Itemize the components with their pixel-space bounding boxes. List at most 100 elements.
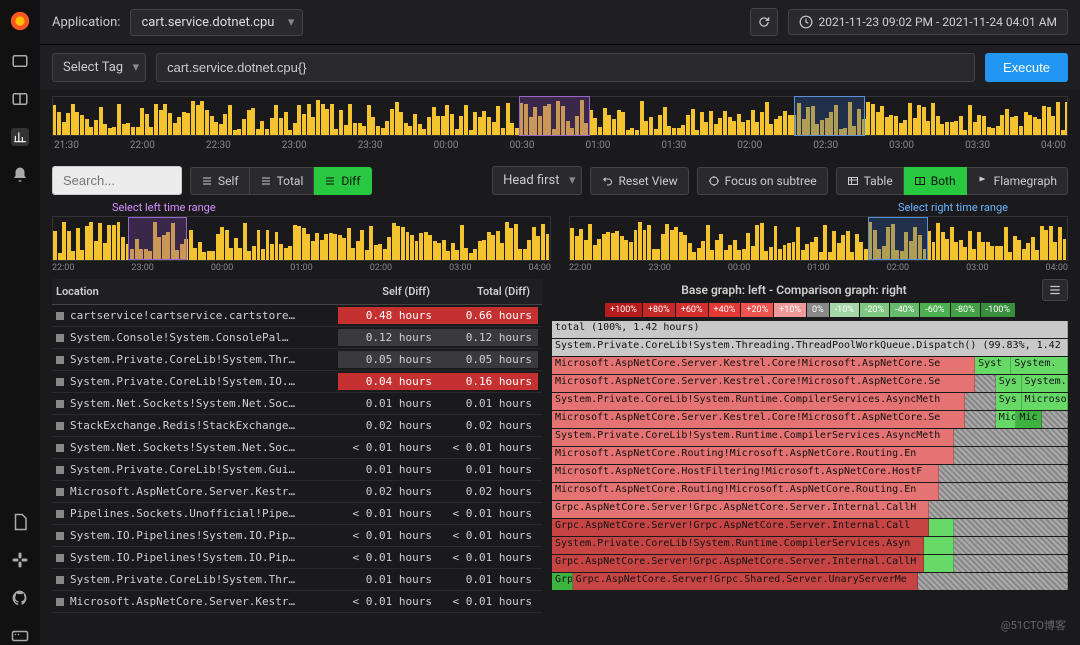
main-timeline[interactable]: 21:3022:0022:3023:0023:3000:0000:3001:00… bbox=[52, 96, 1068, 156]
flame-frame[interactable] bbox=[918, 573, 1068, 590]
flame-frame[interactable] bbox=[1042, 411, 1068, 428]
flame-frame[interactable]: System. bbox=[1011, 357, 1068, 374]
self-button[interactable]: Self bbox=[190, 167, 250, 195]
slack-icon[interactable] bbox=[11, 551, 29, 569]
flame-menu-button[interactable] bbox=[1042, 279, 1068, 301]
flame-frame[interactable]: Microsoft.AspNetCore.Routing!Microsoft.A… bbox=[552, 483, 939, 500]
flame-frame[interactable]: Grp bbox=[552, 573, 573, 590]
flame-frame[interactable]: Grpc.AspNetCore.Server!Grpc.AspNetCore.S… bbox=[552, 519, 929, 536]
undo-icon bbox=[601, 175, 613, 187]
flame-frame[interactable] bbox=[929, 519, 955, 536]
clock-icon bbox=[799, 15, 813, 29]
flame-frame[interactable]: System.Private.CoreLib!System.Runtime.Co… bbox=[552, 429, 954, 446]
flame-frame[interactable] bbox=[954, 537, 1068, 554]
flame-frame[interactable]: Mic bbox=[996, 411, 1017, 428]
table-row[interactable]: StackExchange.Redis!StackExchange…0.02 h… bbox=[52, 415, 542, 437]
list-icon bbox=[324, 175, 336, 187]
diff-table: Location Self (Diff) Total (Diff) cartse… bbox=[52, 279, 542, 637]
github-icon[interactable] bbox=[11, 589, 29, 607]
flamegraph-button[interactable]: Flamegraph bbox=[967, 167, 1068, 195]
total-button[interactable]: Total bbox=[250, 167, 315, 195]
app-label: Application: bbox=[52, 15, 120, 30]
flame-frame[interactable] bbox=[954, 447, 1068, 464]
table-row[interactable]: Microsoft.AspNetCore.Server.Kestr…< 0.01… bbox=[52, 591, 542, 613]
query-input[interactable] bbox=[156, 53, 975, 82]
file-icon[interactable] bbox=[11, 513, 29, 531]
execute-button[interactable]: Execute bbox=[985, 53, 1068, 82]
columns-icon[interactable] bbox=[11, 90, 29, 108]
bell-icon[interactable] bbox=[11, 166, 29, 184]
keyboard-icon[interactable] bbox=[11, 627, 29, 645]
right-mini-timeline[interactable] bbox=[569, 216, 1068, 261]
diff-legend: +100%+80%+60%+40%+20%+10%0%-10%-20%-40%-… bbox=[552, 303, 1068, 317]
table-icon bbox=[847, 175, 859, 187]
flame-frame[interactable]: Microsoft.AspNetCore.Server.Kestrel.Core… bbox=[552, 357, 975, 374]
flame-frame[interactable] bbox=[954, 519, 1068, 536]
flame-frame[interactable] bbox=[965, 411, 996, 428]
col-location[interactable]: Location bbox=[56, 285, 338, 298]
flame-frame[interactable] bbox=[939, 483, 1068, 500]
table-row[interactable]: Microsoft.AspNetCore.Server.Kestr…0.02 h… bbox=[52, 481, 542, 503]
flame-frame[interactable]: Sys bbox=[996, 393, 1022, 410]
table-row[interactable]: Pipelines.Sockets.Unofficial!Pipe…< 0.01… bbox=[52, 503, 542, 525]
right-range-label: Select right time range bbox=[569, 201, 1068, 214]
flame-frame[interactable]: System.Private.CoreLib!System.Runtime.Co… bbox=[552, 537, 924, 554]
flame-frame[interactable]: Grpc.AspNetCore.Server!Grpc.AspNetCore.S… bbox=[552, 555, 924, 572]
col-self[interactable]: Self (Diff) bbox=[338, 285, 438, 298]
panel-icon[interactable] bbox=[11, 52, 29, 70]
table-row[interactable]: System.Console!System.ConsolePal…0.12 ho… bbox=[52, 327, 542, 349]
flamegraph-canvas[interactable]: total (100%, 1.42 hours)System.Private.C… bbox=[552, 321, 1068, 637]
flame-frame[interactable] bbox=[975, 375, 996, 392]
diff-button[interactable]: Diff bbox=[314, 167, 371, 195]
flame-frame[interactable]: System.Private.CoreLib!System.Threading.… bbox=[552, 339, 1068, 356]
both-button[interactable]: Both bbox=[904, 167, 967, 195]
flame-frame[interactable]: Grpc.AspNetCore.Server!Grpc.Shared.Serve… bbox=[573, 573, 919, 590]
flame-frame[interactable] bbox=[954, 555, 1068, 572]
flag-icon bbox=[977, 175, 989, 187]
left-range-label: Select left time range bbox=[52, 201, 551, 214]
chart-icon[interactable] bbox=[11, 128, 29, 146]
table-button[interactable]: Table bbox=[836, 167, 904, 195]
flame-frame[interactable]: Microsoft.AspNetCore.Server.Kestrel.Core… bbox=[552, 375, 975, 392]
flame-frame[interactable]: Microso bbox=[1022, 393, 1068, 410]
left-mini-timeline[interactable] bbox=[52, 216, 551, 261]
app-selector[interactable]: cart.service.dotnet.cpu bbox=[130, 9, 303, 36]
focus-subtree-button[interactable]: Focus on subtree bbox=[697, 167, 828, 195]
table-row[interactable]: System.Private.CoreLib!System.Thr…0.01 h… bbox=[52, 569, 542, 591]
table-row[interactable]: System.IO.Pipelines!System.IO.Pip…< 0.01… bbox=[52, 547, 542, 569]
both-icon bbox=[914, 175, 926, 187]
tag-selector[interactable]: Select Tag bbox=[52, 53, 146, 82]
flame-frame[interactable] bbox=[965, 393, 996, 410]
list-icon bbox=[201, 175, 213, 187]
flame-frame[interactable]: Sys bbox=[996, 375, 1022, 392]
table-row[interactable]: System.Private.CoreLib!System.Thr…0.05 h… bbox=[52, 349, 542, 371]
flame-frame[interactable]: total (100%, 1.42 hours) bbox=[552, 321, 1068, 338]
flame-frame[interactable]: Microsoft.AspNetCore.Server.Kestrel.Core… bbox=[552, 411, 965, 428]
table-row[interactable]: System.Private.CoreLib!System.IO.…0.04 h… bbox=[52, 371, 542, 393]
table-row[interactable]: System.IO.Pipelines!System.IO.Pip…< 0.01… bbox=[52, 525, 542, 547]
table-row[interactable]: cartservice!cartservice.cartstore…0.48 h… bbox=[52, 305, 542, 327]
flame-frame[interactable] bbox=[954, 429, 1068, 446]
logo-icon bbox=[9, 10, 31, 32]
head-first-select[interactable]: Head first bbox=[492, 166, 582, 195]
time-range-picker[interactable]: 2021-11-23 09:02 PM - 2021-11-24 04:01 A… bbox=[788, 9, 1068, 35]
flame-frame[interactable]: System.Private.CoreLib!System.Runtime.Co… bbox=[552, 393, 965, 410]
flame-frame[interactable]: Syst bbox=[975, 357, 1011, 374]
col-total[interactable]: Total (Diff) bbox=[438, 285, 538, 298]
flame-frame[interactable]: Microsoft.AspNetCore.HostFiltering!Micro… bbox=[552, 465, 939, 482]
flame-frame[interactable]: Mic bbox=[1016, 411, 1042, 428]
flame-frame[interactable] bbox=[924, 537, 955, 554]
refresh-button[interactable] bbox=[750, 8, 778, 36]
flame-frame[interactable] bbox=[924, 555, 955, 572]
table-row[interactable]: System.Net.Sockets!System.Net.Soc…0.01 h… bbox=[52, 393, 542, 415]
search-input[interactable] bbox=[52, 166, 182, 195]
flame-frame[interactable] bbox=[929, 501, 1068, 518]
comparison-title: Base graph: left - Comparison graph: rig… bbox=[552, 280, 1036, 300]
flame-frame[interactable] bbox=[939, 465, 1068, 482]
flame-frame[interactable]: Microsoft.AspNetCore.Routing!Microsoft.A… bbox=[552, 447, 954, 464]
flame-frame[interactable]: System. bbox=[1022, 375, 1068, 392]
reset-view-button[interactable]: Reset View bbox=[590, 167, 688, 195]
table-row[interactable]: System.Net.Sockets!System.Net.Soc…< 0.01… bbox=[52, 437, 542, 459]
table-row[interactable]: System.Private.CoreLib!System.Gui…0.01 h… bbox=[52, 459, 542, 481]
flame-frame[interactable]: Grpc.AspNetCore.Server!Grpc.AspNetCore.S… bbox=[552, 501, 929, 518]
